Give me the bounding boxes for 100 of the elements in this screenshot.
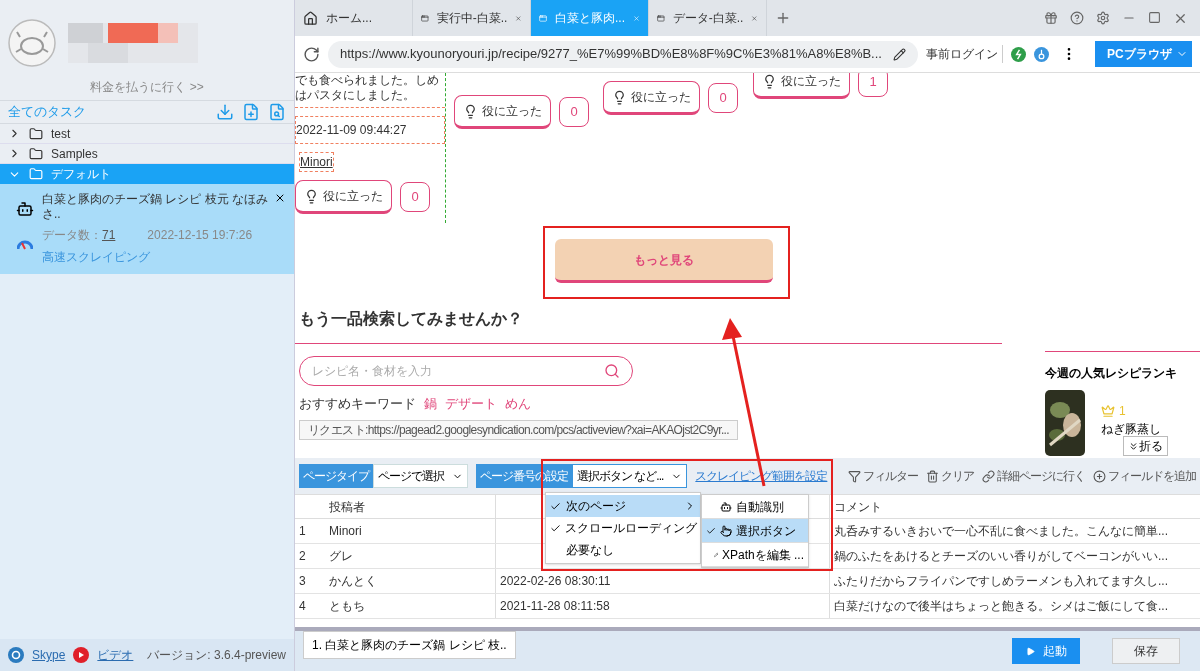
robot-icon <box>720 500 732 513</box>
toolbar-action[interactable]: クリア <box>926 467 974 485</box>
play-icon <box>1025 646 1035 656</box>
menu-item[interactable]: 選択ボタン <box>702 519 808 543</box>
table-cell: Minori <box>329 524 362 538</box>
helpful-button[interactable]: 役に立った <box>295 180 392 214</box>
new-file-icon[interactable] <box>242 103 260 121</box>
table-cell-text: 2021-11-28 08:11:58 <box>500 598 610 615</box>
key-icon[interactable] <box>1034 46 1049 62</box>
column-header: コメント <box>834 498 882 516</box>
helpful-count: 1 <box>858 73 888 97</box>
folder-icon <box>29 146 43 161</box>
row-number: 1 <box>299 524 306 538</box>
ranking-title: 今週の人気レシピランキ <box>1045 351 1200 382</box>
add-icon <box>1093 469 1106 483</box>
table-cell: かんとく <box>329 574 377 588</box>
dish-name: ねぎ豚蒸し <box>1101 421 1162 438</box>
toolbar-action[interactable]: フィールドを追加 <box>1093 467 1196 485</box>
page-type-select[interactable]: ページで選択 <box>373 464 468 488</box>
scrape-mode: 高速スクレイピング <box>42 249 151 266</box>
table-cell-text: 丸呑みするいきおいで一心不乱に食べました。こんなに簡単... <box>834 523 1168 540</box>
skype-icon <box>8 647 24 663</box>
avatar-icon <box>8 19 56 67</box>
lightbulb-icon <box>463 103 478 119</box>
chevrons-down-icon <box>1128 440 1139 452</box>
table-cell: ともち <box>329 599 365 613</box>
folder-icon <box>29 167 43 181</box>
check-icon <box>550 500 561 512</box>
folder-item[interactable]: Samples <box>0 144 294 164</box>
skype-link[interactable]: Skype <box>32 646 66 664</box>
check-icon <box>706 525 716 536</box>
menu-item[interactable]: XPathを編集 ... <box>702 543 808 567</box>
helpful-count: 0 <box>400 182 430 212</box>
help-icon[interactable] <box>1070 10 1084 25</box>
menu-item[interactable]: 必要なし <box>546 539 700 561</box>
lightbulb-icon <box>612 89 627 105</box>
pointer-icon <box>720 524 732 537</box>
folder-icon <box>29 126 43 141</box>
toolbar-action[interactable]: フィルター <box>848 467 918 485</box>
reload-icon[interactable] <box>303 45 320 63</box>
helpful-button[interactable]: 役に立った <box>753 73 850 99</box>
table-cell-text: 2022-02-26 08:30:11 <box>500 573 611 590</box>
menu-item[interactable]: スクロールローディング <box>546 517 700 539</box>
settings-icon[interactable] <box>1096 10 1110 25</box>
keyword-link[interactable]: デザート <box>445 394 497 414</box>
page-number-select[interactable]: 選択ボタン など... <box>572 464 688 488</box>
row-number: 2 <box>299 549 306 563</box>
keyword-link[interactable]: めん <box>505 394 531 414</box>
task-title: 白菜と豚肉のチーズ鍋 レシピ 枝元 なほみさ.. <box>42 192 269 222</box>
page-type-label: ページタイプ <box>299 464 373 488</box>
data-count-label: データ数： <box>42 227 102 244</box>
helpful-button[interactable]: 役に立った <box>603 81 700 115</box>
version-text: バージョン: 3.6.4-preview <box>147 647 286 664</box>
crown-icon <box>1101 404 1115 418</box>
lightning-icon[interactable] <box>1011 46 1026 62</box>
home-icon <box>303 10 318 26</box>
lightbulb-icon <box>304 188 319 204</box>
search-icon[interactable] <box>604 363 620 379</box>
edit-icon <box>893 47 906 61</box>
filter-icon <box>848 469 861 483</box>
save-button[interactable]: 保存 <box>1112 638 1180 664</box>
task-date: 2022-12-15 19:7:26 <box>147 227 253 244</box>
video-link[interactable]: ビデオ <box>97 646 134 664</box>
data-count[interactable]: 71 <box>102 226 116 244</box>
rank-number: 1 <box>1119 403 1126 420</box>
toolbar-action[interactable]: 詳細ページに行く <box>982 467 1085 485</box>
link-icon <box>982 469 995 483</box>
check-icon <box>550 522 561 534</box>
close-icon[interactable] <box>274 192 286 204</box>
import-icon[interactable] <box>216 103 234 121</box>
folder-item[interactable]: test <box>0 124 294 144</box>
section-title: 全てのタスク <box>8 103 86 122</box>
lightbulb-icon <box>762 73 777 89</box>
helpful-button[interactable]: 役に立った <box>454 95 551 129</box>
table-cell-text: 鍋のふたをあけるとチーズのいい香りがしてベーコンがいい... <box>834 548 1168 565</box>
comment-date: 2022-11-09 09:44:27 <box>295 116 445 144</box>
maximize-icon[interactable] <box>1148 10 1161 24</box>
helpful-count: 0 <box>708 83 738 113</box>
pre-login-link[interactable]: 事前ログイン <box>926 45 1003 63</box>
robot-icon <box>16 200 34 218</box>
table-cell-text: 白菜だけなので後半はちょっと飽きる。シメはご飯にして食... <box>834 598 1168 615</box>
helpful-count: 0 <box>559 97 589 127</box>
video-icon <box>73 647 90 663</box>
row-number: 3 <box>299 574 306 588</box>
collapse-button[interactable]: 折る <box>1123 436 1168 456</box>
row-number: 4 <box>299 599 306 613</box>
status-url: リクエスト:https://pagead2.googlesyndication.com/pcs/activeview?xai=AKAOjst2C9yr... <box>299 419 739 440</box>
comment-text: でも食べられました。しめはパスタにしました。 <box>295 73 445 108</box>
keywords-label: おすすめキーワード <box>299 395 416 413</box>
table-cell: グレ <box>329 549 353 563</box>
task-tab[interactable]: 1. 白菜と豚肉のチーズ鍋 レシピ 枝.. <box>303 631 516 659</box>
menu-item[interactable]: 次のページ <box>546 495 700 517</box>
new-tab-icon[interactable] <box>775 10 791 26</box>
gift-icon[interactable] <box>1044 10 1058 25</box>
file-search-icon[interactable] <box>268 103 286 121</box>
keyword-link[interactable]: 鍋 <box>424 394 437 414</box>
task-card[interactable]: 白菜と豚肉のチーズ鍋 レシピ 枝元 なほみさ.. データ数：71 2022-12-15 19:7:26 高速スクレイピング <box>0 184 294 274</box>
comment-author[interactable]: Minori <box>299 152 334 172</box>
table-cell-text: ふたりだからフライパンですしめラーメンも入れてます久し... <box>834 573 1168 590</box>
address-field[interactable]: https://www.kyounoryouri.jp/recipe/9277_%E7%99%BD%E8%8F%9C%E3%81%A8%E8%B... <box>328 40 918 68</box>
